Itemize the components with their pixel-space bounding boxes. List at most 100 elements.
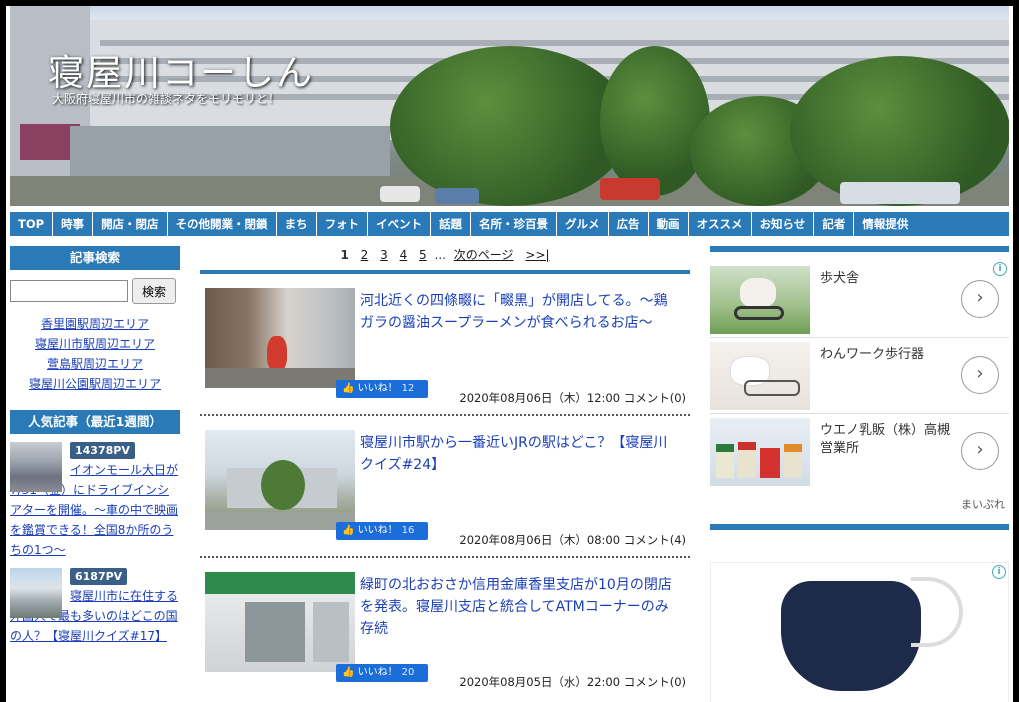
area-links: 香里園駅周辺エリア 寝屋川市駅周辺エリア 萱島駅周辺エリア 寝屋川公園駅周辺エリ… (10, 314, 180, 394)
like-button[interactable]: 👍 いいね！ 16 (336, 522, 428, 540)
ad-text[interactable]: 歩犬舎 (820, 270, 859, 288)
article-meta: 2020年08月06日（木）08:00 コメント(4) (459, 533, 686, 547)
nav-item-sights[interactable]: 名所・珍百景 (471, 212, 558, 236)
nav-item-town[interactable]: まち (277, 212, 317, 236)
search-form: 検索 (10, 278, 180, 304)
pedestrian-deck (70, 126, 390, 176)
ad-text[interactable]: わんワーク歩行器 (820, 346, 924, 364)
page-next[interactable]: 次のページ (454, 248, 514, 262)
area-link-korien[interactable]: 香里園駅周辺エリア (10, 314, 180, 334)
like-count: 16 (401, 525, 415, 536)
ad-divider (710, 246, 1009, 252)
main-nav: TOP 時事 開店・閉店 その他開業・閉鎖 まち フォト イベント 話題 名所・… (10, 212, 1009, 236)
main-content: 1 2 3 4 5 ... 次のページ >>| 河北近くの四條畷に「畷黒」が開店… (200, 246, 690, 700)
like-label: いいね！ (357, 383, 398, 394)
nav-item-photo[interactable]: フォト (317, 212, 369, 236)
nav-item-news[interactable]: 時事 (53, 212, 94, 236)
car-white (380, 186, 420, 202)
like-label: いいね！ (357, 667, 398, 678)
thumbs-up-icon: 👍 (342, 667, 355, 678)
ad-block: i 歩犬舎 › わんワーク歩行器 › ウエノ乳販（株）高槻営業所 › まいぷれ (710, 262, 1009, 512)
page-ellipsis: ... (434, 248, 446, 262)
like-count: 12 (401, 383, 415, 394)
article-meta: 2020年08月06日（木）12:00 コメント(0) (459, 391, 686, 405)
nav-item-top[interactable]: TOP (10, 212, 54, 236)
mask-ear-loop (911, 577, 963, 647)
ad-text[interactable]: ウエノ乳販（株）高槻営業所 (820, 422, 950, 458)
chevron-right-icon[interactable]: › (961, 280, 999, 318)
page-last[interactable]: >>| (525, 248, 549, 262)
site-tagline: 大阪府寝屋川市の雑談ネタをモリモリと！ (52, 92, 281, 106)
nav-item-reporter[interactable]: 記者 (814, 212, 855, 236)
chevron-right-icon[interactable]: › (961, 356, 999, 394)
ad-item[interactable]: ウエノ乳販（株）高槻営業所 › (710, 414, 1009, 490)
pv-badge: 14378PV (70, 442, 135, 459)
nav-item-tip[interactable]: 情報提供 (854, 212, 916, 236)
search-input[interactable] (10, 280, 128, 302)
ad-mask-banner[interactable]: i (710, 562, 1009, 702)
bus-red (600, 178, 660, 200)
article-title[interactable]: 緑町の北おおさか信用金庫香里支店が10月の閉店を発表。寝屋川支店と統合してATM… (360, 574, 672, 640)
popular-thumb[interactable] (10, 442, 62, 492)
article-item: 緑町の北おおさか信用金庫香里支店が10月の閉店を発表。寝屋川支店と統合してATM… (200, 558, 690, 700)
right-sidebar: i 歩犬舎 › わんワーク歩行器 › ウエノ乳販（株）高槻営業所 › まいぷれ … (710, 246, 1009, 702)
like-count: 20 (401, 667, 415, 678)
area-link-kayashima[interactable]: 萱島駅周辺エリア (10, 354, 180, 374)
search-heading: 記事検索 (10, 246, 180, 270)
nav-item-notice[interactable]: お知らせ (752, 212, 815, 236)
article-title[interactable]: 寝屋川市駅から一番近いJRの駅はどこ？【寝屋川クイズ#24】 (360, 432, 672, 476)
nav-item-video[interactable]: 動画 (649, 212, 689, 236)
pv-badge: 6187PV (70, 568, 128, 585)
thumbs-up-icon: 👍 (342, 383, 355, 394)
popular-thumb[interactable] (10, 568, 62, 618)
nav-item-ads[interactable]: 広告 (609, 212, 649, 236)
left-sidebar: 記事検索 検索 香里園駅周辺エリア 寝屋川市駅周辺エリア 萱島駅周辺エリア 寝屋… (10, 246, 180, 646)
like-button[interactable]: 👍 いいね！ 12 (336, 380, 428, 398)
article-title[interactable]: 河北近くの四條畷に「畷黒」が開店してる。～鶏ガラの醤油スープラーメンが食べられる… (360, 290, 672, 334)
ad-item[interactable]: わんワーク歩行器 › (710, 338, 1009, 414)
page-link-2[interactable]: 2 (361, 248, 369, 262)
nav-item-topic[interactable]: 話題 (431, 212, 472, 236)
area-link-neyagawa-koen[interactable]: 寝屋川公園駅周辺エリア (10, 374, 180, 394)
nav-item-gourmet[interactable]: グルメ (557, 212, 609, 236)
ad-divider (710, 524, 1009, 530)
article-thumb[interactable] (205, 430, 355, 530)
nav-item-open-close[interactable]: 開店・閉店 (93, 212, 168, 236)
site-title[interactable]: 寝屋川コーしん (48, 44, 314, 96)
ad-brand[interactable]: まいぷれ (710, 496, 1009, 512)
bus-white (840, 182, 960, 204)
like-label: いいね！ (357, 525, 398, 536)
nav-item-other-open-close[interactable]: その他開業・閉鎖 (168, 212, 277, 236)
article-thumb[interactable] (205, 572, 355, 672)
pagination: 1 2 3 4 5 ... 次のページ >>| (200, 246, 690, 268)
ad-image-dog-walker[interactable] (710, 342, 810, 410)
article-item: 寝屋川市駅から一番近いJRの駅はどこ？【寝屋川クイズ#24】 👍 いいね！ 16 … (200, 416, 690, 558)
like-button[interactable]: 👍 いいね！ 20 (336, 664, 428, 682)
article-thumb[interactable] (205, 288, 355, 388)
tree-center-right (600, 46, 710, 196)
tree-center (390, 46, 630, 206)
popular-item[interactable]: 14378PV イオンモール大日が7/31（金）にドライブインシアターを開催。～… (10, 442, 180, 560)
page-link-3[interactable]: 3 (380, 248, 388, 262)
page-current: 1 (340, 248, 349, 262)
car-blue (435, 188, 479, 204)
ad-choices-icon[interactable]: i (992, 565, 1006, 579)
area-link-neyagawashi[interactable]: 寝屋川市駅周辺エリア (10, 334, 180, 354)
article-meta: 2020年08月05日（水）22:00 コメント(0) (459, 675, 686, 689)
ad-image-milk-products[interactable] (710, 418, 810, 486)
header-banner[interactable]: 寝屋川コーしん 大阪府寝屋川市の雑談ネタをモリモリと！ (10, 6, 1009, 206)
ad-image-dog-wheelchair[interactable] (710, 266, 810, 334)
nav-item-recommend[interactable]: オススメ (689, 212, 752, 236)
page-link-5[interactable]: 5 (419, 248, 427, 262)
mask-image (781, 581, 921, 691)
page-link-4[interactable]: 4 (400, 248, 408, 262)
search-button[interactable]: 検索 (132, 278, 176, 304)
popular-item[interactable]: 6187PV 寝屋川市に在住する外国人で最も多いのはどこの国の人？【寝屋川クイズ… (10, 568, 180, 646)
popular-heading: 人気記事（最近1週間） (10, 410, 180, 434)
page: 寝屋川コーしん 大阪府寝屋川市の雑談ネタをモリモリと！ TOP 時事 開店・閉店… (6, 6, 1013, 702)
nav-item-event[interactable]: イベント (368, 212, 432, 236)
chevron-right-icon[interactable]: › (961, 432, 999, 470)
thumbs-up-icon: 👍 (342, 525, 355, 536)
article-item: 河北近くの四條畷に「畷黒」が開店してる。～鶏ガラの醤油スープラーメンが食べられる… (200, 274, 690, 416)
ad-item[interactable]: 歩犬舎 › (710, 262, 1009, 338)
